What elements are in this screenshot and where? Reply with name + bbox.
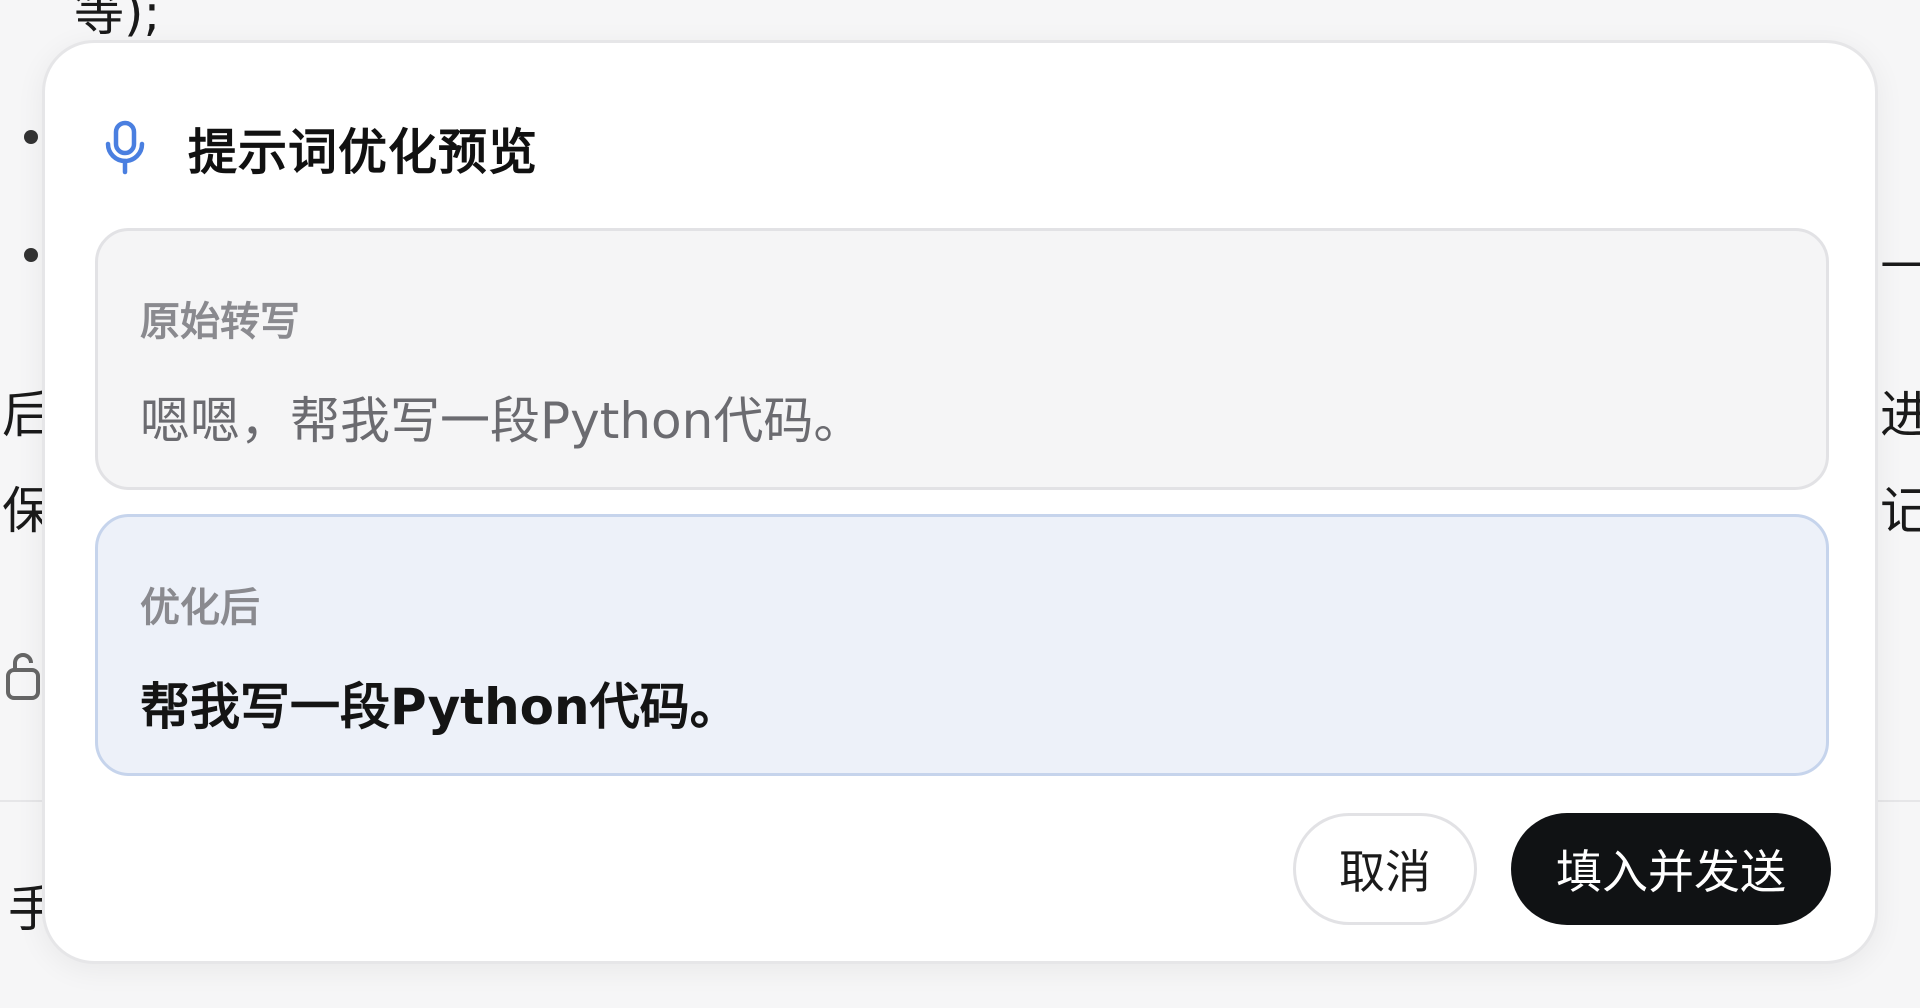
- background-text-fragment: 等);: [74, 0, 161, 42]
- cancel-button[interactable]: 取消: [1293, 813, 1477, 925]
- background-text-fragment: 记: [1880, 482, 1920, 540]
- background-text-fragment: —: [1880, 236, 1920, 286]
- lock-icon: [6, 653, 40, 700]
- fill-and-send-button[interactable]: 填入并发送: [1511, 813, 1831, 925]
- original-transcript-label: 原始转写: [140, 299, 300, 345]
- prompt-optimization-dialog: 提示词优化预览 原始转写 嗯嗯，帮我写一段Python代码。 优化后 帮我写一段…: [42, 40, 1878, 964]
- optimized-prompt-label: 优化后: [140, 585, 260, 631]
- dialog-title: 提示词优化预览: [188, 123, 539, 181]
- background-text-fragment: 进: [1880, 386, 1920, 444]
- background-bullet: [24, 248, 38, 262]
- microphone-icon: [100, 118, 150, 178]
- background-bullet: [24, 130, 38, 144]
- dialog-header: 提示词优化预览: [100, 113, 538, 183]
- original-transcript-card: 原始转写 嗯嗯，帮我写一段Python代码。: [95, 228, 1829, 490]
- optimized-prompt-text: 帮我写一段Python代码。: [140, 678, 740, 736]
- optimized-prompt-card: 优化后 帮我写一段Python代码。: [95, 514, 1829, 776]
- original-transcript-text: 嗯嗯，帮我写一段Python代码。: [140, 392, 864, 450]
